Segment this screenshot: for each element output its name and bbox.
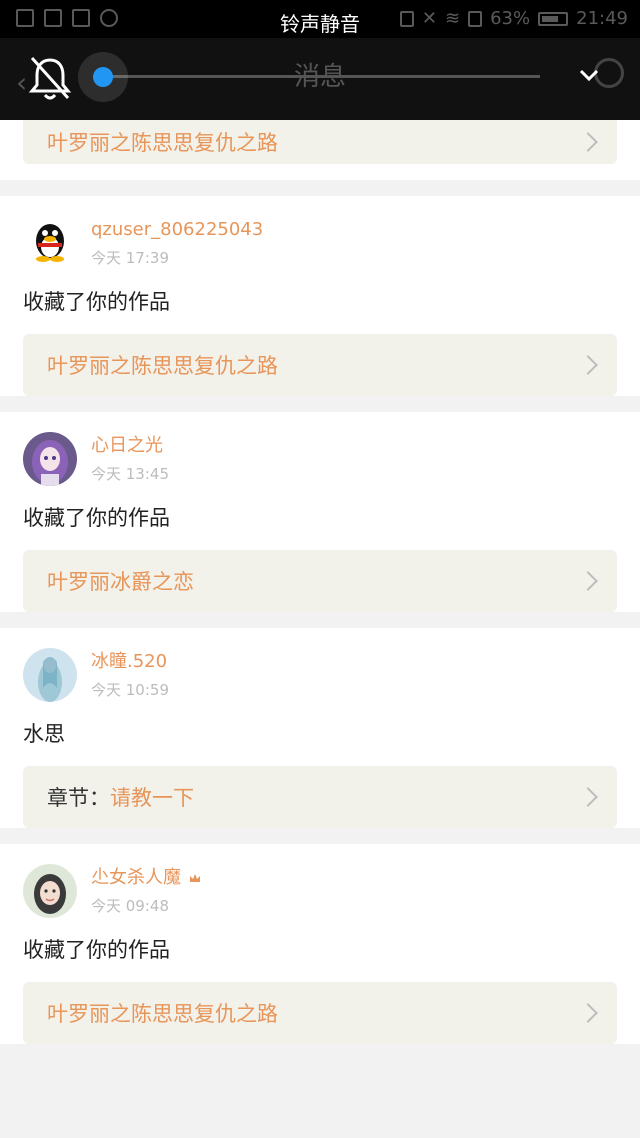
slider-thumb[interactable]: [93, 67, 113, 87]
battery-icon: [538, 11, 569, 26]
volume-slider[interactable]: [78, 52, 544, 102]
message-time: 今天 09:48: [91, 896, 169, 915]
message-text: 收藏了你的作品: [23, 290, 170, 314]
avatar[interactable]: [23, 648, 77, 702]
sim-icon: [468, 10, 483, 27]
vibrate-icon: [399, 10, 414, 27]
work-title: 叶罗丽之陈思思复仇之路: [47, 354, 278, 378]
username[interactable]: 心日之光: [91, 435, 169, 457]
status-bar: 铃声静音 ✕ ≋ 63% 21:49: [0, 0, 640, 38]
wifi-icon: ≋: [445, 8, 461, 29]
chapter-title: 请教一下: [110, 786, 194, 810]
message-time: 今天 10:59: [91, 680, 169, 699]
chevron-right-icon: [578, 571, 598, 591]
clock: 21:49: [576, 8, 628, 29]
ice-princess-avatar: [23, 648, 77, 702]
work-link[interactable]: 叶罗丽冰爵之恋: [23, 550, 617, 612]
avatar[interactable]: [23, 216, 77, 270]
system-indicators: ✕ ≋ 63% 21:49: [399, 8, 628, 29]
battery-percent: 63%: [490, 8, 531, 29]
work-title: 叶罗丽之陈思思复仇之路: [47, 1002, 278, 1026]
chevron-down-icon[interactable]: [578, 64, 600, 86]
message-feed: 叶罗丽之陈思思复仇之路 qzuser_806225043 今天 17:39 收藏…: [0, 120, 640, 1060]
message-card-partial: 叶罗丽之陈思思复仇之路: [0, 120, 640, 180]
chevron-right-icon: [578, 355, 598, 375]
work-title: 叶罗丽冰爵之恋: [47, 570, 194, 594]
username-text: 尐女杀人魔: [91, 866, 181, 888]
chevron-right-icon: [578, 1003, 598, 1023]
work-link[interactable]: 叶罗丽之陈思思复仇之路: [23, 334, 617, 396]
message-card: 冰瞳.520 今天 10:59 水思 章节： 请教一下: [0, 628, 640, 828]
avatar[interactable]: [23, 432, 77, 486]
chevron-right-icon: [578, 132, 598, 152]
chapter-link[interactable]: 章节： 请教一下: [23, 766, 617, 828]
work-link[interactable]: 叶罗丽之陈思思复仇之路: [23, 982, 617, 1044]
message-card: qzuser_806225043 今天 17:39 收藏了你的作品 叶罗丽之陈思…: [0, 196, 640, 396]
message-time: 今天 13:45: [91, 464, 169, 483]
message-card: 心日之光 今天 13:45 收藏了你的作品 叶罗丽冰爵之恋: [0, 412, 640, 612]
volume-panel: ‹ 消息: [0, 38, 640, 120]
work-link[interactable]: 叶罗丽之陈思思复仇之路: [23, 120, 617, 164]
girl-photo-avatar: [23, 864, 77, 918]
avatar[interactable]: [23, 864, 77, 918]
link-prefix: 章节：: [47, 786, 110, 810]
chevron-right-icon: [578, 787, 598, 807]
message-text: 水思: [23, 722, 65, 746]
bell-muted-icon[interactable]: [28, 54, 72, 102]
message-card: 尐女杀人魔 今天 09:48 收藏了你的作品 叶罗丽之陈思思复仇之路: [0, 844, 640, 1044]
qq-penguin-icon: [23, 216, 77, 270]
mute-icon: ✕: [421, 8, 438, 29]
username[interactable]: 冰瞳.520: [91, 651, 169, 673]
message-text: 收藏了你的作品: [23, 506, 170, 530]
crown-icon: [189, 873, 200, 882]
slider-track: [102, 75, 540, 78]
username[interactable]: qzuser_806225043: [91, 219, 263, 241]
anime-girl-avatar: [23, 432, 77, 486]
work-title: 叶罗丽之陈思思复仇之路: [47, 131, 278, 155]
message-text: 收藏了你的作品: [23, 938, 170, 962]
username[interactable]: 尐女杀人魔: [91, 867, 201, 889]
message-time: 今天 17:39: [91, 248, 169, 267]
